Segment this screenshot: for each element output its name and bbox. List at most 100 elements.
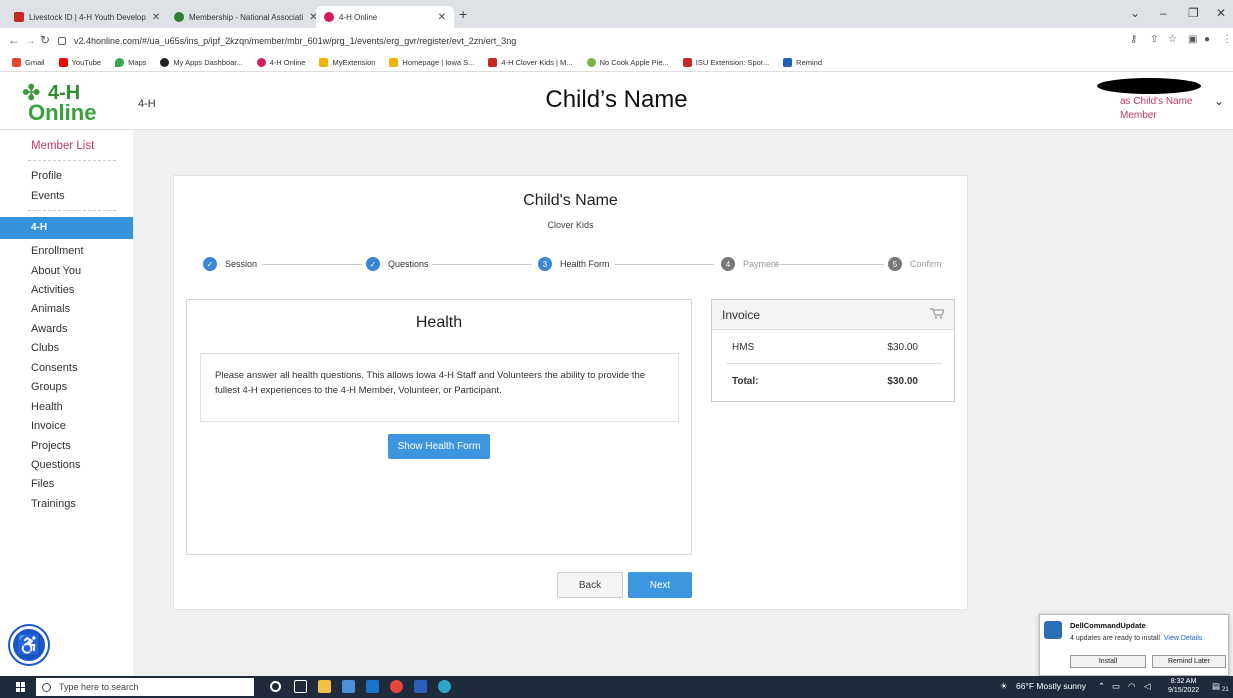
sidebar-item-invoice[interactable]: Invoice: [31, 420, 66, 432]
view-details-link[interactable]: View Details: [1164, 635, 1202, 642]
stepper-line: [262, 264, 362, 265]
4h-favicon-icon: [324, 12, 334, 22]
health-panel: Health Please answer all health question…: [186, 299, 692, 555]
sidebar-item-animals[interactable]: Animals: [31, 303, 70, 315]
shopping-cart-icon: [930, 308, 944, 319]
reload-icon[interactable]: ↻: [40, 33, 50, 47]
sidebar-member-list[interactable]: Member List: [31, 140, 94, 152]
next-button[interactable]: Next: [628, 572, 692, 598]
event-name: Clover Kids: [547, 220, 594, 230]
sidebar-item-profile[interactable]: Profile: [31, 170, 62, 182]
bookmark-clover-kids[interactable]: 4-H Clover Kids | M...: [488, 58, 573, 67]
sidebar-item-consents[interactable]: Consents: [31, 362, 77, 374]
remind-later-button[interactable]: Remind Later: [1152, 655, 1226, 668]
sidebar-item-events[interactable]: Events: [31, 190, 65, 202]
notification-center-icon[interactable]: ▤: [1212, 681, 1220, 692]
browser-tab-4h-online[interactable]: 4-H Online ✕: [316, 6, 454, 28]
step-session[interactable]: ✓ Session: [203, 257, 257, 271]
sidebar-item-enrollment[interactable]: Enrollment: [31, 245, 84, 257]
windows-start-icon[interactable]: [16, 682, 26, 692]
sidebar-item-clubs[interactable]: Clubs: [31, 342, 59, 354]
chevron-down-icon[interactable]: ⌄: [1214, 94, 1224, 108]
sidebar-item-about-you[interactable]: About You: [31, 265, 81, 277]
close-window-icon[interactable]: ✕: [1216, 6, 1226, 20]
step-questions[interactable]: ✓ Questions: [366, 257, 429, 271]
tab-search-icon[interactable]: ⌄: [1130, 6, 1140, 20]
isu-favicon-icon: [14, 12, 24, 22]
sidebar-item-projects[interactable]: Projects: [31, 440, 71, 452]
step-health-form[interactable]: 3 Health Form: [538, 257, 610, 271]
cortana-icon[interactable]: [270, 681, 281, 692]
bookmark-4h-online[interactable]: 4-H Online: [256, 58, 305, 67]
store-icon[interactable]: [342, 680, 355, 693]
volume-icon[interactable]: ◁: [1144, 681, 1151, 692]
taskbar-clock[interactable]: 8:32 AM 9/15/2022: [1168, 677, 1199, 695]
menu-dots-icon[interactable]: ⋮: [1222, 34, 1232, 45]
association-favicon-icon: [174, 12, 184, 22]
bookmark-apple-pie[interactable]: No Cook Apple Pie...: [586, 58, 669, 67]
step-number-badge: 5: [888, 257, 902, 271]
weather-icon: ☀: [1000, 681, 1008, 691]
restore-icon[interactable]: ❐: [1188, 6, 1199, 20]
network-icon[interactable]: ▭: [1112, 681, 1120, 692]
youtube-icon: [58, 58, 68, 67]
task-view-icon[interactable]: [294, 680, 307, 693]
invoice-divider: [726, 363, 942, 364]
browser-tab-membership[interactable]: Membership - National Associati ✕: [166, 6, 316, 28]
new-tab-icon[interactable]: +: [459, 6, 467, 22]
close-tab-icon[interactable]: ✕: [303, 12, 316, 23]
minimize-icon[interactable]: –: [1160, 6, 1167, 20]
lock-icon: [58, 37, 66, 45]
bookmark-youtube[interactable]: YouTube: [58, 58, 101, 67]
close-tab-icon[interactable]: ✕: [146, 12, 160, 23]
sidebar-item-questions[interactable]: Questions: [31, 459, 81, 471]
forward-arrow-icon[interactable]: →: [24, 33, 36, 47]
weather-widget[interactable]: 66°F Mostly sunny: [1016, 681, 1086, 691]
key-icon[interactable]: ⚷: [1130, 34, 1137, 45]
install-button[interactable]: Install: [1070, 655, 1146, 668]
edge-icon[interactable]: [438, 680, 451, 693]
sidebar-item-trainings[interactable]: Trainings: [31, 498, 76, 510]
gmail-icon: [12, 58, 21, 67]
bookmark-maps[interactable]: Maps: [115, 58, 146, 67]
step-number-badge: 4: [721, 257, 735, 271]
sidebar-item-health[interactable]: Health: [31, 401, 63, 413]
outlook-icon[interactable]: [366, 680, 379, 693]
health-instructions: Please answer all health questions. This…: [200, 353, 679, 422]
taskbar-search-input[interactable]: Type here to search: [36, 678, 254, 696]
sidebar-section-4h[interactable]: 4-H: [0, 217, 133, 239]
wifi-icon[interactable]: ◠: [1128, 681, 1135, 692]
tray-expand-icon[interactable]: ⌃: [1098, 681, 1105, 692]
acting-as-label[interactable]: as Child's Name: [1120, 96, 1193, 107]
apple-icon: [586, 58, 596, 67]
user-role-label: Member: [1120, 110, 1157, 121]
bookmark-homepage-iowa[interactable]: Homepage | Iowa S...: [389, 58, 474, 67]
step-confirm: 5 Confirm: [888, 257, 942, 271]
back-button[interactable]: Back: [557, 572, 623, 598]
sidebar-divider: [28, 160, 116, 161]
bookmark-myextension[interactable]: MyExtension: [319, 58, 375, 67]
back-arrow-icon[interactable]: ←: [8, 33, 20, 47]
sidebar: Member List Profile Events 4-H Enrollmen…: [0, 130, 133, 676]
bookmark-gmail[interactable]: Gmail: [12, 58, 45, 67]
bookmark-my-apps[interactable]: My Apps Dashboar...: [160, 58, 243, 67]
word-icon[interactable]: [414, 680, 427, 693]
sidebar-item-files[interactable]: Files: [31, 478, 54, 490]
bookmark-isu-extension[interactable]: ISU Extension: Spor...: [682, 58, 769, 67]
bookmark-remind[interactable]: Remind: [783, 58, 822, 67]
sidebar-item-activities[interactable]: Activities: [31, 284, 74, 296]
file-explorer-icon[interactable]: [318, 680, 331, 693]
sidebar-item-awards[interactable]: Awards: [31, 323, 67, 335]
share-icon[interactable]: ⇧: [1150, 34, 1158, 45]
browser-tab-livestock[interactable]: Livestock ID | 4-H Youth Develop ✕: [6, 6, 166, 28]
bookmark-star-icon[interactable]: ☆: [1168, 34, 1177, 45]
step-payment: 4 Payment: [721, 257, 779, 271]
side-panel-icon[interactable]: ▣: [1188, 34, 1197, 45]
sidebar-item-groups[interactable]: Groups: [31, 381, 67, 393]
accessibility-icon[interactable]: ♿: [10, 626, 48, 664]
close-tab-icon[interactable]: ✕: [432, 12, 446, 23]
profile-icon[interactable]: ●: [1204, 34, 1210, 45]
chrome-icon[interactable]: [390, 680, 403, 693]
show-health-form-button[interactable]: Show Health Form: [388, 434, 490, 459]
url-field[interactable]: v2.4honline.com/#/ua_u65s/ins_p/ipf_2kzq…: [58, 32, 1088, 50]
